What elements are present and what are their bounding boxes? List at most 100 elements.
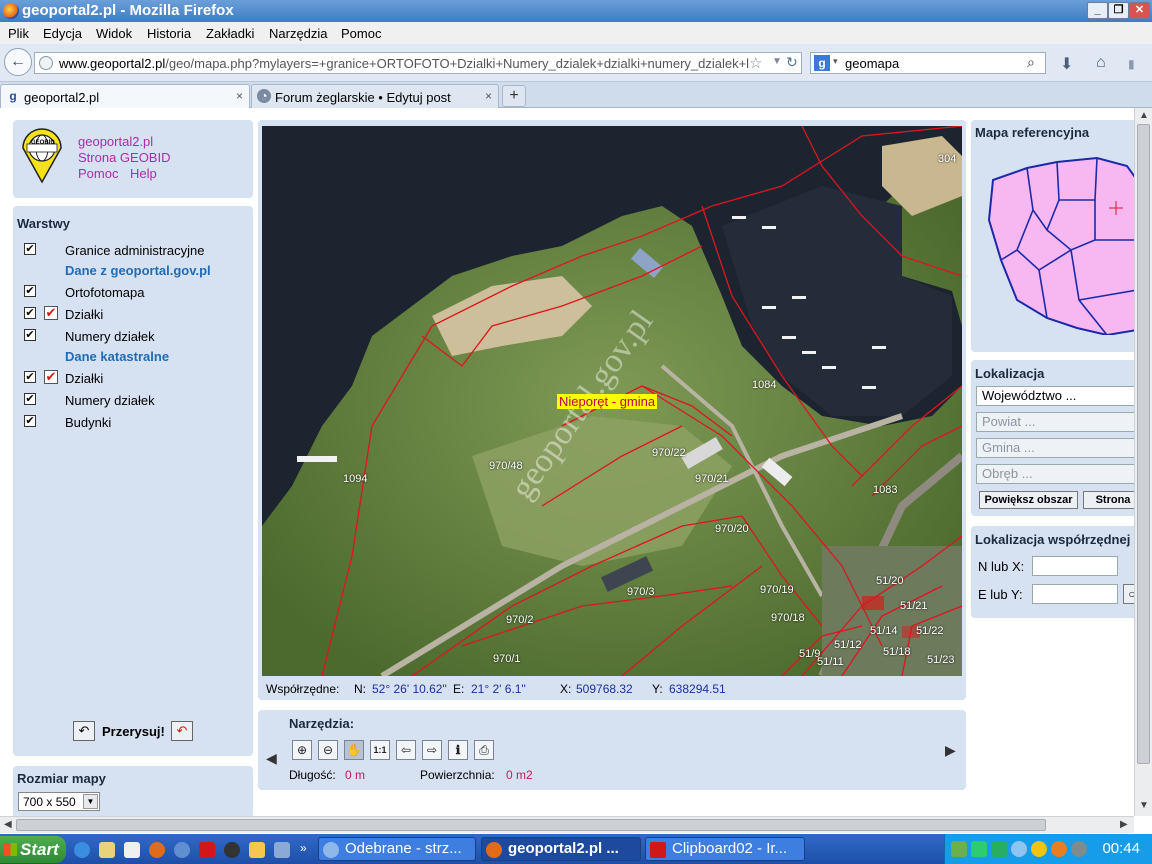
poland-reference-map[interactable] bbox=[987, 150, 1134, 335]
task-clipboard[interactable]: Clipboard02 - Ir... bbox=[645, 837, 805, 861]
menu-historia[interactable]: Historia bbox=[147, 26, 191, 41]
scroll-up-icon[interactable]: ▲ bbox=[1139, 110, 1149, 121]
layer-checkbox-budynki[interactable]: ✔ bbox=[24, 415, 36, 427]
vertical-scrollbar[interactable]: ▲ ▼ bbox=[1134, 108, 1152, 816]
geobid-logo[interactable] bbox=[21, 128, 63, 184]
link-pomoc[interactable]: Pomoc bbox=[78, 166, 118, 181]
scroll-right-icon[interactable]: ▶ bbox=[1120, 819, 1128, 830]
parcel-label: 970/1 bbox=[493, 653, 521, 665]
page-button[interactable]: Strona bbox=[1083, 491, 1134, 509]
length-label: Długość: bbox=[289, 768, 336, 782]
tab-close-icon[interactable]: × bbox=[236, 89, 243, 103]
new-tab-button[interactable]: + bbox=[502, 85, 526, 107]
pan-hand-icon[interactable]: ✋ bbox=[344, 740, 364, 760]
layer-label-budynki: Budynki bbox=[65, 415, 112, 430]
reload-icon[interactable]: ↻ bbox=[786, 54, 798, 71]
menu-pomoc[interactable]: Pomoc bbox=[341, 26, 381, 41]
zoom-in-icon[interactable]: ⊕ bbox=[292, 740, 312, 760]
notepad-icon[interactable] bbox=[124, 842, 140, 858]
wojewodztwo-select[interactable]: Województwo ... bbox=[976, 386, 1134, 406]
horizontal-scrollbar[interactable]: ◀ ▶ bbox=[0, 816, 1134, 833]
ie-icon[interactable] bbox=[74, 842, 90, 858]
scroll-left-icon[interactable]: ◀ bbox=[4, 819, 12, 830]
zoom-area-button[interactable]: Powiększ obszar bbox=[979, 491, 1078, 509]
explorer-icon[interactable] bbox=[99, 842, 115, 858]
search-engine-dropdown-icon[interactable]: ▾ bbox=[833, 56, 838, 67]
start-button[interactable]: Start bbox=[0, 836, 66, 863]
tools-prev-icon[interactable]: ◀ bbox=[266, 750, 277, 767]
search-icon[interactable]: ⌕ bbox=[1027, 54, 1035, 71]
tab-geoportal[interactable]: g geoportal2.pl × bbox=[0, 84, 250, 108]
tab-forum[interactable]: ◔ Forum żeglarskie • Edytuj post × bbox=[251, 84, 499, 108]
map-view[interactable]: 304 1084 1094 970/48 970/22 970/21 970/2… bbox=[262, 126, 962, 676]
powiat-select[interactable]: Powiat ... bbox=[976, 412, 1134, 432]
task-odebrane[interactable]: Odebrane - strz... bbox=[318, 837, 476, 861]
info-icon[interactable]: ℹ bbox=[448, 740, 468, 760]
layer-checkbox-ortofoto[interactable]: ✔ bbox=[24, 285, 36, 297]
quicklaunch-more-icon[interactable]: » bbox=[300, 841, 307, 855]
firefox-quicklaunch-icon[interactable] bbox=[149, 842, 165, 858]
redraw-left-icon[interactable]: ↶ bbox=[73, 721, 95, 741]
menu-widok[interactable]: Widok bbox=[96, 26, 132, 41]
coordloc-search-icon[interactable]: ○ bbox=[1123, 584, 1134, 604]
tray-icon-4[interactable] bbox=[1011, 841, 1027, 857]
print-icon[interactable]: ⎙ bbox=[474, 740, 494, 760]
app-icon[interactable] bbox=[274, 842, 290, 858]
layer-checkbox-numery-1[interactable]: ✔ bbox=[24, 329, 36, 341]
back-button[interactable]: ← bbox=[4, 48, 32, 76]
search-box[interactable]: g ▾ geomapa ⌕ bbox=[810, 52, 1046, 74]
horizontal-scroll-thumb[interactable] bbox=[16, 819, 1046, 831]
layer-checkbox-numery-2[interactable]: ✔ bbox=[24, 393, 36, 405]
layer-checkbox-dzialki-1[interactable]: ✔ bbox=[24, 307, 36, 319]
gmina-select[interactable]: Gmina ... bbox=[976, 438, 1134, 458]
tray-icon-7[interactable] bbox=[1071, 841, 1087, 857]
coordloc-e-input[interactable] bbox=[1032, 584, 1118, 604]
previous-view-icon[interactable]: ⇦ bbox=[396, 740, 416, 760]
vertical-scroll-thumb[interactable] bbox=[1137, 124, 1150, 764]
zoom-out-icon[interactable]: ⊖ bbox=[318, 740, 338, 760]
url-bar[interactable]: www.geoportal2.pl/geo/mapa.php?mylayers=… bbox=[34, 52, 802, 74]
scale-1-1-icon[interactable]: 1:1 bbox=[370, 740, 390, 760]
minimize-button[interactable]: _ bbox=[1087, 2, 1108, 19]
layer-label-dzialki-1: Działki bbox=[65, 307, 104, 322]
tab-close-icon[interactable]: × bbox=[485, 89, 492, 103]
tray-icon-5[interactable] bbox=[1031, 841, 1047, 857]
media-icon[interactable] bbox=[224, 842, 240, 858]
tray-icon-2[interactable] bbox=[971, 841, 987, 857]
folder-icon[interactable] bbox=[249, 842, 265, 858]
obreb-select[interactable]: Obręb ... bbox=[976, 464, 1134, 484]
google-icon[interactable]: g bbox=[814, 55, 830, 71]
tray-icon-3[interactable] bbox=[991, 841, 1007, 857]
menu-plik[interactable]: Plik bbox=[8, 26, 29, 41]
download-icon[interactable]: ⬇ bbox=[1060, 54, 1073, 74]
scroll-down-icon[interactable]: ▼ bbox=[1139, 800, 1149, 811]
next-view-icon[interactable]: ⇨ bbox=[422, 740, 442, 760]
close-window-button[interactable]: ✕ bbox=[1129, 2, 1150, 19]
tools-next-icon[interactable]: ▶ bbox=[945, 742, 956, 759]
mapsize-select[interactable]: 700 x 550 ▼ bbox=[18, 792, 100, 811]
irfanview-icon[interactable] bbox=[199, 842, 215, 858]
menu-zakladki[interactable]: Zakładki bbox=[206, 26, 254, 41]
layer-checkbox-granice[interactable]: ✔ bbox=[24, 243, 36, 255]
link-geoportal2[interactable]: geoportal2.pl bbox=[78, 134, 153, 149]
restore-button[interactable]: ❐ bbox=[1108, 2, 1129, 19]
network-icon[interactable] bbox=[174, 842, 190, 858]
link-help[interactable]: Help bbox=[130, 166, 157, 181]
tray-icon-6[interactable] bbox=[1051, 841, 1067, 857]
tray-icon-1[interactable] bbox=[951, 841, 967, 857]
coordloc-n-input[interactable] bbox=[1032, 556, 1118, 576]
url-dropdown-icon[interactable]: ▼ bbox=[772, 56, 782, 67]
menu-narzedzia[interactable]: Narzędzia bbox=[269, 26, 328, 41]
clock[interactable]: 00:44 bbox=[1102, 840, 1140, 857]
redraw-button[interactable]: Przerysuj! bbox=[102, 724, 165, 739]
link-strona-geobid[interactable]: Strona GEOBID bbox=[78, 150, 170, 165]
layer-checkbox-dzialki-2[interactable]: ✔ bbox=[24, 371, 36, 383]
home-icon[interactable]: ⌂ bbox=[1096, 54, 1106, 72]
menu-edycja[interactable]: Edycja bbox=[43, 26, 82, 41]
chevron-down-icon[interactable]: ▼ bbox=[83, 794, 98, 809]
redraw-right-icon[interactable]: ↶ bbox=[171, 721, 193, 741]
bookmark-star-icon[interactable]: ☆ bbox=[749, 54, 762, 72]
search-input[interactable]: geomapa bbox=[845, 56, 899, 71]
task-geoportal[interactable]: geoportal2.pl ... bbox=[481, 837, 641, 861]
layer-label-numery-1: Numery działek bbox=[65, 329, 155, 344]
